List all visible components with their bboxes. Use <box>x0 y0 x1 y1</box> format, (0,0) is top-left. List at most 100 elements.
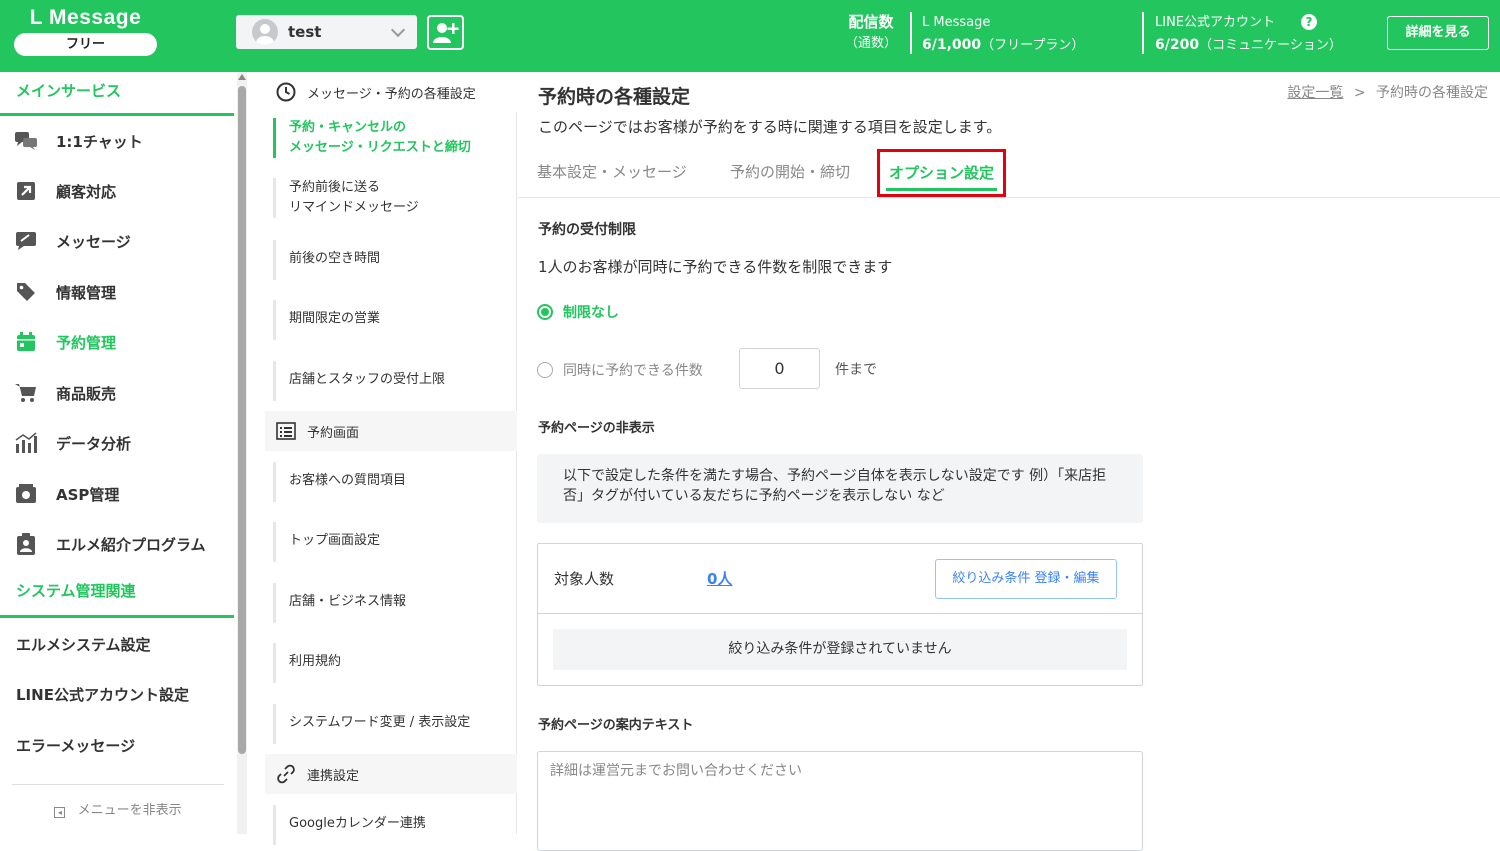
sidebar-item-customer[interactable]: 顧客対応 <box>0 166 234 216</box>
sidebar-item-label: データ分析 <box>56 434 132 453</box>
breadcrumb-link[interactable]: 設定一覧 <box>1287 85 1343 101</box>
collapse-icon: ◂ <box>54 807 66 818</box>
arrow-icon <box>14 179 38 203</box>
link-icon <box>275 763 297 785</box>
settings-submenu: メッセージ・予約の各種設定 予約・キャンセルの メッセージ・リクエストと締切 予… <box>265 72 517 845</box>
submenu-item-google-calendar[interactable]: Googleカレンダー連携 <box>273 805 513 845</box>
radio-no-limit[interactable]: 制限なし <box>537 302 619 322</box>
line-stat-plan: （コミュニケーション） <box>1199 38 1342 53</box>
sidebar-item-line-settings[interactable]: LINE公式アカウント設定 <box>0 684 234 705</box>
submenu-item-buffer-time[interactable]: 前後の空き時間 <box>273 240 513 280</box>
account-select[interactable]: test <box>236 15 417 49</box>
sidebar-scroll-thumb[interactable] <box>238 86 246 754</box>
submenu-item-reservation-message[interactable]: 予約・キャンセルの メッセージ・リクエストと締切 <box>273 118 513 158</box>
sidebar-item-elme-system[interactable]: エルメシステム設定 <box>0 634 234 655</box>
avatar <box>252 19 278 45</box>
sidebar-item-label: エルメ紹介プログラム <box>56 535 206 554</box>
submenu-head-message: メッセージ・予約の各種設定 <box>265 72 517 112</box>
sidebar-item-referral[interactable]: エルメ紹介プログラム <box>0 519 234 569</box>
hide-menu-button[interactable]: ◂ メニューを非表示 <box>12 784 224 818</box>
radio-unchecked[interactable] <box>537 362 553 378</box>
calendar-icon <box>14 330 38 354</box>
main-service-section: メインサービス <box>0 80 234 116</box>
lmessage-stat: L Message 6/1,000（フリープラン） <box>922 11 1084 57</box>
submenu-item-line: メッセージ・リクエストと締切 <box>289 140 471 155</box>
limit-count-input[interactable] <box>739 348 820 389</box>
chart-icon <box>14 431 38 455</box>
guide-text-input[interactable] <box>537 751 1143 851</box>
sidebar-item-asp[interactable]: ASP管理 <box>0 469 234 519</box>
submenu-head-link: 連携設定 <box>265 754 517 794</box>
submenu-item-store-info[interactable]: 店舗・ビジネス情報 <box>273 583 513 623</box>
guide-section-title: 予約ページの案内テキスト <box>538 718 694 733</box>
logo-text: L Message <box>29 6 142 29</box>
system-section: システム管理関連 <box>0 580 234 618</box>
message-icon <box>14 229 38 253</box>
lmessage-stat-value: 6/1,000 <box>922 37 982 53</box>
submenu-head-label: メッセージ・予約の各種設定 <box>307 86 476 102</box>
tab-start-deadline[interactable]: 予約の開始・締切 <box>730 148 850 197</box>
top-header: L Message フリー test 配信数 （通数） L Message 6/… <box>0 0 1500 72</box>
target-count-link[interactable]: 0人 <box>707 568 732 589</box>
tab-options[interactable]: オプション設定 <box>877 149 1007 197</box>
sidebar-item-sales[interactable]: 商品販売 <box>0 368 234 418</box>
submenu-head-label: 連携設定 <box>307 768 360 784</box>
cart-icon <box>14 381 38 405</box>
account-name: test <box>288 23 322 41</box>
delivery-count-label: 配信数 （通数） <box>840 11 902 55</box>
sidebar-item-message[interactable]: メッセージ <box>0 216 234 266</box>
submenu-item-limited-period[interactable]: 期間限定の営業 <box>273 300 513 340</box>
add-user-button[interactable] <box>427 15 464 50</box>
radio-checked[interactable] <box>537 304 553 320</box>
submenu-item-system-words[interactable]: システムワード変更 / 表示設定 <box>273 704 513 744</box>
empty-filter-note: 絞り込み条件が登録されていません <box>553 629 1127 670</box>
filter-edit-button[interactable]: 絞り込み条件 登録・編集 <box>935 559 1117 599</box>
clock-icon <box>275 81 297 103</box>
lmessage-stat-plan: （フリープラン） <box>981 38 1085 53</box>
submenu-item-line: 予約・キャンセルの <box>289 120 407 135</box>
hide-section-title: 予約ページの非表示 <box>538 421 655 436</box>
submenu-item-questions[interactable]: お客様への質問項目 <box>273 462 513 502</box>
sidebar-item-label: メッセージ <box>56 232 131 251</box>
submenu-item-capacity[interactable]: 店舗とスタッフの受付上限 <box>273 361 513 401</box>
divider <box>910 12 912 54</box>
scroll-up-icon[interactable] <box>238 74 246 80</box>
delivery-label: 配信数 <box>848 13 894 31</box>
radio-label: 同時に予約できる件数 <box>563 363 703 379</box>
help-icon[interactable]: ? <box>1301 14 1318 30</box>
detail-button[interactable]: 詳細を見る <box>1387 16 1489 50</box>
sidebar-item-label: 商品販売 <box>56 384 117 403</box>
line-account-stat: LINE公式アカウント? 6/200（コミュニケーション） <box>1155 11 1342 57</box>
settings-tabs: 基本設定・メッセージ 予約の開始・締切 オプション設定 <box>518 148 1500 198</box>
submenu-item-top-screen[interactable]: トップ画面設定 <box>273 522 513 562</box>
submenu-item-line: リマインドメッセージ <box>289 200 419 215</box>
tab-basic[interactable]: 基本設定・メッセージ <box>537 148 687 197</box>
sidebar-item-label: 1:1チャット <box>56 132 143 151</box>
submenu-head-label: 予約画面 <box>307 425 360 441</box>
submenu-item-remind[interactable]: 予約前後に送る リマインドメッセージ <box>273 178 513 218</box>
sidebar-item-info[interactable]: 情報管理 <box>0 267 234 317</box>
breadcrumb: 設定一覧 > 予約時の各種設定 <box>1287 82 1488 102</box>
line-stat-value: 6/200 <box>1155 37 1200 53</box>
delivery-sublabel: （通数） <box>844 36 897 51</box>
lmessage-stat-name: L Message <box>922 15 991 30</box>
sidebar-item-reservation[interactable]: 予約管理 <box>0 317 234 367</box>
line-stat-name: LINE公式アカウント <box>1155 15 1276 30</box>
sidebar-item-error-message[interactable]: エラーメッセージ <box>0 735 234 756</box>
radio-label: 制限なし <box>563 305 619 321</box>
logo[interactable]: L Message フリー <box>14 6 157 56</box>
asp-icon <box>14 482 38 506</box>
breadcrumb-separator: > <box>1353 85 1366 101</box>
limit-section-title: 予約の受付制限 <box>538 222 636 238</box>
radio-count-limit[interactable]: 同時に予約できる件数 <box>537 360 703 380</box>
divider <box>1142 12 1144 54</box>
submenu-item-terms[interactable]: 利用規約 <box>273 643 513 683</box>
limit-unit-label: 件まで <box>835 362 877 378</box>
hide-info-box: 以下で設定した条件を満たす場合、予約ページ自体を表示しない設定です 例）「来店拒… <box>537 454 1143 523</box>
sidebar-item-label: 情報管理 <box>56 283 117 302</box>
limit-description: 1人のお客様が同時に予約できる件数を制限できます <box>538 258 893 276</box>
add-user-icon <box>433 23 459 43</box>
main-content: 予約時の各種設定 設定一覧 > 予約時の各種設定 このページではお客様が予約をす… <box>518 72 1500 851</box>
sidebar-item-chat[interactable]: 1:1チャット <box>0 116 234 166</box>
sidebar-item-analytics[interactable]: データ分析 <box>0 418 234 468</box>
